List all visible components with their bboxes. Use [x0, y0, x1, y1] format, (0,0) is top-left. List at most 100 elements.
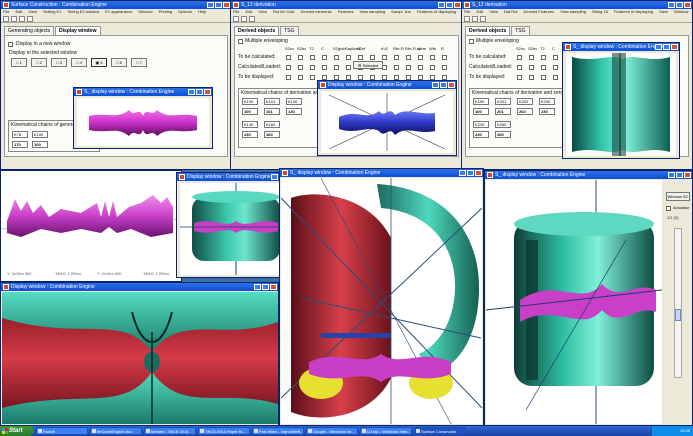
- taskbar-item[interactable]: Meister - TNCE 2014: [144, 427, 196, 435]
- menu-item[interactable]: View sampling: [359, 9, 385, 14]
- multiple-enveloping-checkbox[interactable]: [469, 39, 474, 44]
- open-icon[interactable]: [472, 16, 478, 22]
- minimize-icon[interactable]: [254, 284, 261, 290]
- option-checkbox[interactable]: [346, 65, 351, 70]
- render-viewport[interactable]: [321, 91, 453, 153]
- option-checkbox[interactable]: [346, 55, 351, 60]
- maximize-icon[interactable]: [215, 2, 222, 8]
- chain-value[interactable]: 100: [473, 108, 489, 115]
- option-checkbox[interactable]: [310, 75, 315, 80]
- menu-item[interactable]: Setting E1: [43, 9, 61, 14]
- scrollbar-thumb[interactable]: [675, 309, 681, 321]
- render-viewport[interactable]: [180, 183, 292, 275]
- taskbar-item[interactable]: Rudolf: [36, 427, 88, 435]
- menu-item[interactable]: Derived elements: [301, 9, 332, 14]
- close-icon[interactable]: [671, 44, 678, 50]
- option-checkbox[interactable]: [406, 55, 411, 60]
- window-2-button[interactable]: □ 2: [31, 58, 47, 67]
- taskbar-item[interactable]: Google - Windows Int...: [306, 427, 358, 435]
- close-icon[interactable]: [684, 172, 691, 178]
- maximize-icon[interactable]: [663, 44, 670, 50]
- chain-value[interactable]: 101: [264, 108, 280, 115]
- option-checkbox[interactable]: [322, 55, 327, 60]
- window-6-button[interactable]: □ 6: [111, 58, 127, 67]
- option-checkbox[interactable]: [298, 75, 303, 80]
- maximize-icon[interactable]: [676, 2, 683, 8]
- menu-item[interactable]: View sampling: [560, 9, 586, 14]
- title-bar[interactable]: S_ display window : Combination Engine: [74, 88, 212, 96]
- maximize-icon[interactable]: [440, 82, 447, 88]
- chain-value[interactable]: 230: [539, 108, 555, 115]
- menu-item[interactable]: Derived Features: [524, 9, 555, 14]
- title-bar[interactable]: Display window : Combination Engine: [1, 283, 278, 291]
- display-window-zoom[interactable]: Display window : Combination Engine: [0, 282, 279, 426]
- title-bar[interactable]: S_12 derivation: [462, 1, 692, 9]
- actualise-checkbox[interactable]: [666, 206, 671, 211]
- vertical-scrollbar[interactable]: [674, 228, 682, 378]
- minimize-icon[interactable]: [459, 170, 466, 176]
- menu-item[interactable]: String 15: [592, 9, 608, 14]
- chain-value[interactable]: 202: [517, 108, 533, 115]
- title-bar[interactable]: Display window : Combination Engine: [318, 81, 456, 89]
- option-checkbox[interactable]: [286, 55, 291, 60]
- menu-item[interactable]: View: [258, 9, 267, 14]
- menu-item[interactable]: Window: [138, 9, 152, 14]
- menu-item[interactable]: Edit: [245, 9, 252, 14]
- menu-item[interactable]: Sampl. line: [391, 9, 411, 14]
- display-window-right[interactable]: S_ display window : Combination Engine W…: [484, 170, 693, 426]
- render-viewport[interactable]: [2, 292, 278, 424]
- menu-item[interactable]: Rot lim Calc: [273, 9, 295, 14]
- menu-item[interactable]: Save: [659, 9, 668, 14]
- menu-item[interactable]: View: [489, 9, 498, 14]
- title-bar[interactable]: S_ display window : Combination Engine: [280, 169, 483, 177]
- render-viewport[interactable]: [281, 178, 482, 424]
- option-checkbox[interactable]: [310, 65, 315, 70]
- option-checkbox[interactable]: [442, 65, 447, 70]
- option-checkbox[interactable]: [286, 65, 291, 70]
- minimize-icon[interactable]: [188, 89, 195, 95]
- option-checkbox[interactable]: [394, 65, 399, 70]
- option-checkbox[interactable]: [517, 55, 522, 60]
- save-icon[interactable]: [19, 16, 25, 22]
- tab-generating-objects[interactable]: Generating objects: [4, 26, 54, 35]
- tab-derived-objects[interactable]: Derived objects: [234, 26, 280, 35]
- menu-item[interactable]: Dat Rot: [504, 9, 518, 14]
- option-checkbox[interactable]: [406, 65, 411, 70]
- minimize-icon[interactable]: [668, 172, 675, 178]
- menu-item[interactable]: File: [3, 9, 9, 14]
- window-5-button[interactable]: ▣ 5: [91, 58, 107, 67]
- tab-tsg[interactable]: TSG: [511, 26, 530, 35]
- window-4-button[interactable]: □ 4: [71, 58, 87, 67]
- chain-field[interactable]: K101: [264, 98, 280, 105]
- option-checkbox[interactable]: [529, 65, 534, 70]
- option-checkbox[interactable]: [334, 55, 339, 60]
- option-checkbox[interactable]: [298, 65, 303, 70]
- option-checkbox[interactable]: [442, 55, 447, 60]
- menu-item[interactable]: Features of displaying: [417, 9, 456, 14]
- minimize-icon[interactable]: [438, 2, 445, 8]
- render-viewport[interactable]: [77, 98, 209, 146]
- selected-button[interactable]: ⚙ Selected: [353, 61, 383, 69]
- close-icon[interactable]: [454, 2, 461, 8]
- minimize-icon[interactable]: [668, 2, 675, 8]
- display-window-center[interactable]: S_ display window : Combination Engine: [279, 168, 484, 426]
- window-7-button[interactable]: □ 7: [131, 58, 147, 67]
- tab-tsg[interactable]: TSG: [280, 26, 299, 35]
- option-checkbox[interactable]: [541, 55, 546, 60]
- menu-item[interactable]: Window: [674, 9, 688, 14]
- taskbar-item[interactable]: TNCE 2014 Paper fe...: [198, 427, 250, 435]
- menu-item[interactable]: Edit: [15, 9, 22, 14]
- display-window-teal[interactable]: S_ display window : Combination Engine: [562, 42, 680, 159]
- menu-item[interactable]: Edit: [476, 9, 483, 14]
- render-viewport[interactable]: Y: 3x10m 300 TM10: 1 200m Y: 2x10m 300 T…: [1, 171, 181, 281]
- option-checkbox[interactable]: [358, 55, 363, 60]
- close-icon[interactable]: [475, 170, 482, 176]
- menu-item[interactable]: File: [233, 9, 239, 14]
- chain-field[interactable]: K160: [264, 121, 280, 128]
- title-bar[interactable]: Surface Construction : Combination Engin…: [1, 1, 231, 9]
- save-icon[interactable]: [480, 16, 486, 22]
- maximize-icon[interactable]: [262, 284, 269, 290]
- close-icon[interactable]: [223, 2, 230, 8]
- chain-value[interactable]: 100: [32, 141, 48, 148]
- option-checkbox[interactable]: [517, 65, 522, 70]
